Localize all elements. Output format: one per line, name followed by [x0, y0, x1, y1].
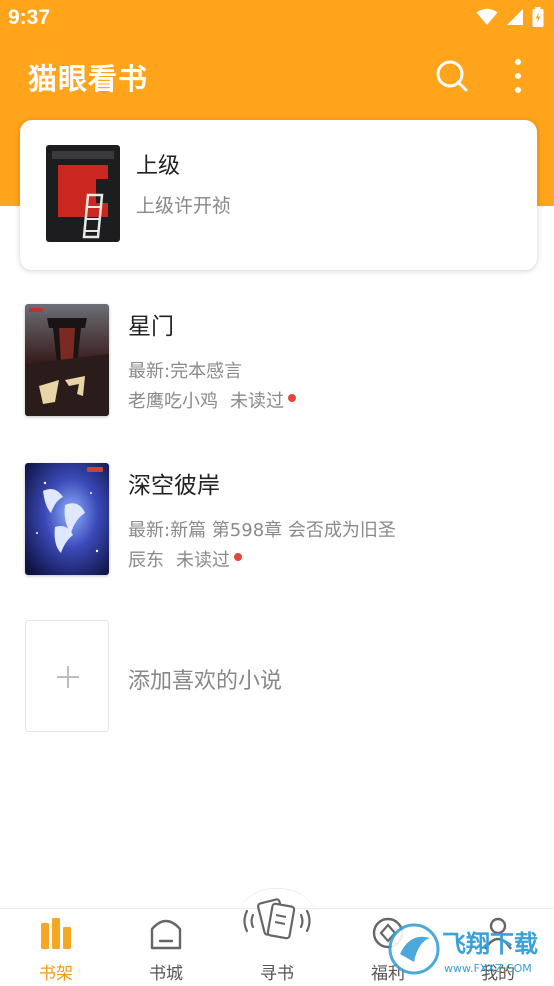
- tab-bookshelf[interactable]: 书架: [6, 909, 106, 986]
- book-author: 辰东: [128, 550, 164, 571]
- book-title: 星门: [128, 314, 174, 340]
- battery-icon: [532, 7, 544, 27]
- featured-book-author: 上级许开祯: [136, 195, 232, 217]
- book-latest-chapter: 最新:完本感言: [128, 361, 243, 382]
- wifi-icon: [476, 8, 498, 25]
- book-latest-chapter: 最新:新篇 第598章 会否成为旧圣: [128, 520, 396, 541]
- read-status: 未读过: [230, 391, 284, 412]
- book-cover[interactable]: [25, 304, 109, 416]
- search-button[interactable]: [434, 58, 470, 94]
- read-status: 未读过: [176, 550, 230, 571]
- watermark-url: www.FXXZ.COM: [444, 962, 532, 975]
- book-list-item[interactable]: 深空彼岸 最新:新篇 第598章 会否成为旧圣 辰东 未读过: [0, 463, 554, 593]
- find-book-icon: [243, 898, 311, 940]
- tab-find-book[interactable]: 寻书: [227, 898, 327, 986]
- featured-book-card[interactable]: 上级 上级许开祯: [20, 120, 537, 270]
- watermark-text: 飞翔下载: [442, 930, 538, 958]
- status-bar: 9:37: [0, 0, 554, 38]
- search-icon: [436, 60, 468, 92]
- tab-label: 寻书: [260, 964, 294, 984]
- add-book-button[interactable]: [25, 620, 109, 732]
- more-vertical-icon: [515, 59, 521, 93]
- unread-dot: [234, 553, 242, 561]
- signal-icon: [507, 9, 523, 25]
- unread-dot: [288, 394, 296, 402]
- tab-label: 书城: [149, 964, 183, 984]
- tab-label: 书架: [39, 964, 73, 984]
- book-meta: 辰东 未读过: [128, 546, 242, 572]
- bookstore-icon: [150, 919, 182, 950]
- bookshelf-icon: [41, 918, 71, 949]
- featured-book-cover[interactable]: [46, 145, 120, 242]
- status-icons: [476, 7, 544, 27]
- plus-icon: [57, 666, 79, 688]
- more-options-button[interactable]: [508, 58, 528, 94]
- book-list-item[interactable]: 星门 最新:完本感言 老鹰吃小鸡 未读过: [0, 304, 554, 434]
- book-title: 深空彼岸: [128, 473, 220, 499]
- watermark: 飞翔下载 www.FXXZ.COM: [388, 918, 548, 980]
- book-cover[interactable]: [25, 463, 109, 575]
- book-meta: 老鹰吃小鸡 未读过: [128, 387, 296, 413]
- tab-bookstore[interactable]: 书城: [116, 909, 216, 986]
- app-title: 猫眼看书: [28, 62, 149, 96]
- book-author: 老鹰吃小鸡: [128, 391, 218, 412]
- featured-book-title: 上级: [136, 154, 181, 179]
- add-book-label[interactable]: 添加喜欢的小说: [128, 663, 282, 695]
- status-time: 9:37: [8, 6, 51, 29]
